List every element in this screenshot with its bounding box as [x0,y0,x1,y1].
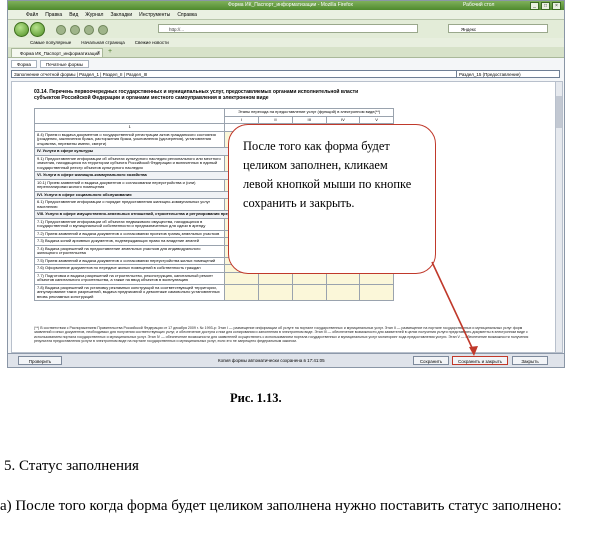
desktop-label: Рабочий стол [463,2,495,8]
back-icon[interactable] [14,22,29,37]
new-tab-icon[interactable]: + [108,48,112,56]
table-row: 7.8) Выдача разрешений на установку рекл… [33,283,394,301]
stage-cell[interactable] [224,283,260,301]
close-button[interactable]: Закрыть [512,356,548,365]
bookmark-news[interactable]: Свежие новости [135,38,169,47]
subtab-print[interactable]: Печатные формы [40,60,89,68]
tab-bar: Форма ИК_Паспорт_информатизации × + [8,47,564,58]
stage-cell[interactable] [258,283,293,301]
form-heading: 03.14. Перечень первоочередных государст… [34,89,359,101]
bookmark-popular[interactable]: Самые популярные [30,38,71,47]
section-title: 5. Статус заполнения [4,458,139,474]
col-stage: III [291,115,327,124]
section-select[interactable]: Раздел_15 (Предоставление) [456,70,560,78]
row-label: 7.8) Выдача разрешений на установку рекл… [33,283,226,301]
maximize-icon[interactable]: □ [541,2,550,10]
col-stage: II [258,115,293,124]
tab-form[interactable]: Форма ИК_Паспорт_информатизации × [11,48,103,57]
bookmark-icon[interactable] [98,25,108,35]
row-label: 10.1) Прием заявлений и выдача документо… [33,178,226,192]
forward-icon[interactable] [30,22,45,37]
autosave-status: Копия формы автоматически сохранена в 17… [218,358,325,363]
row-label: 8.4) Прием и выдача документов о государ… [33,130,226,148]
row-label: 7.2) Прием заявлений и выдача документов… [33,229,226,238]
callout-annotation: После того как форма будет целиком запол… [228,124,436,274]
tab-close-icon[interactable]: × [97,49,100,58]
stage-cell[interactable] [359,283,394,301]
scrollbar-thumb[interactable] [556,96,562,128]
search-input[interactable]: Яндекс [448,24,548,33]
window-titlebar: Форма ИК_Паспорт_информатизации - Mozill… [8,1,564,10]
footnote: (**) В соответствии с Распоряжением Прав… [34,326,529,344]
figure-caption: Рис. 1.13. [230,391,282,405]
tab-label: Форма ИК_Паспорт_информатизации [20,51,100,56]
row-label: 7.7) Подготовка и выдача разрешений на с… [33,271,226,285]
check-button[interactable]: Проверить [18,356,62,365]
menu-item-history[interactable]: Журнал [85,10,103,19]
table-header-group: Этапы перехода на предоставление услуг (… [224,108,394,117]
navigation-toolbar: http://... Яндекс [8,20,564,39]
paragraph: а) После того когда форма будет целиком … [0,498,562,514]
vertical-scrollbar[interactable] [555,81,563,353]
bookmark-start[interactable]: Начальная страница [81,38,125,47]
bookmarks-bar: Самые популярные Начальная страница Свеж… [8,38,564,47]
window-title: Форма ИК_Паспорт_информатизации - Mozill… [228,2,353,8]
row-label: 6.1) Предоставление информации о порядке… [33,198,226,211]
address-bar[interactable]: http://... [158,24,418,33]
menu-item-help[interactable]: Справка [177,10,197,19]
row-label: 7.6) Оформление документов по передаче ж… [33,264,226,273]
close-icon[interactable]: × [552,2,561,10]
subtab-form[interactable]: Форма [11,60,38,68]
col-stage: IV [325,115,361,124]
stage-cell[interactable] [291,283,327,301]
table-corner [33,108,226,124]
row-label: 7.3) Выдача копий архивных документов, п… [33,237,226,246]
col-index: 1 [33,123,226,132]
row-label: 7.4) Выдача разрешений на предоставление… [33,244,226,258]
home-icon[interactable] [84,25,94,35]
minimize-icon[interactable]: _ [530,2,539,10]
menu-item-bookmarks[interactable]: Закладки [110,10,132,19]
stop-icon[interactable] [70,25,80,35]
form-action-bar: Проверить Копия формы автоматически сохр… [8,353,564,367]
row-label: 9.1) Предоставление информации об объект… [33,154,226,172]
menu-item-file[interactable]: Файл [26,10,38,19]
col-stage: V [359,115,394,124]
menu-item-view[interactable]: Вид [69,10,78,19]
stage-cell[interactable] [325,283,361,301]
row-label: 7.1) Предоставление информации об объект… [33,217,226,231]
menu-item-edit[interactable]: Правка [45,10,62,19]
menu-bar: Файл Правка Вид Журнал Закладки Инструме… [8,10,564,20]
row-label: 7.5) Прием заявлений и выдача документов… [33,256,226,265]
menu-item-tools[interactable]: Инструменты [139,10,170,19]
save-and-close-button[interactable]: Сохранить и закрыть [452,356,508,365]
reload-icon[interactable] [56,25,66,35]
save-button[interactable]: Сохранить [413,356,449,365]
col-stage: I [224,115,260,124]
